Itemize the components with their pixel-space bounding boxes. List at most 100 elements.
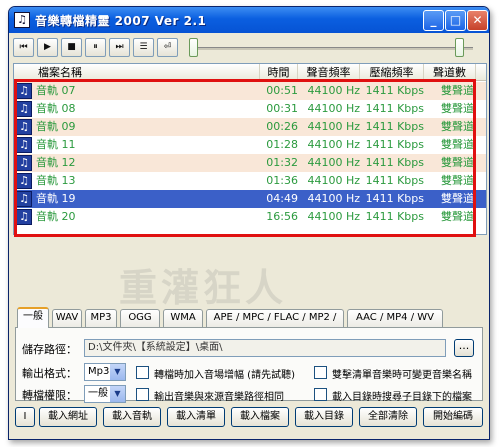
music-file-icon: ♫ (16, 173, 32, 189)
settings-tabs: 一般 WAV MP3 OGG WMA APE / MPC / FLAC / MP… (15, 307, 485, 339)
track-sample-rate: 44100 Hz (307, 84, 360, 97)
column-channels[interactable]: 聲道數 (424, 64, 476, 81)
track-sample-rate: 44100 Hz (307, 192, 360, 205)
track-channels: 雙聲道 (441, 192, 474, 205)
priority-value: 一般 (88, 388, 108, 399)
track-name: 音軌 11 (36, 138, 76, 151)
track-time: 00:31 (266, 102, 298, 115)
seek-slider-track[interactable] (193, 47, 473, 50)
track-name: 音軌 20 (36, 210, 76, 223)
music-file-icon: ♫ (16, 137, 32, 153)
track-channels: 雙聲道 (441, 84, 474, 97)
tab-wav[interactable]: WAV (52, 309, 82, 327)
track-row[interactable]: ♫ 音軌 20 16:56 44100 Hz 1411 Kbps 雙聲道 (14, 208, 486, 226)
general-settings-panel: 儲存路徑： D:\文件夾\【系統設定】\桌面\ ... 輸出格式： Mp3 ▼ … (15, 327, 483, 403)
pause-icon[interactable]: ⏸ (85, 38, 106, 57)
rename-label: 雙擊清單音樂時可變更音樂名稱 (332, 370, 472, 381)
track-row[interactable]: ♫ 音軌 11 01:28 44100 Hz 1411 Kbps 雙聲道 (14, 136, 486, 154)
column-time[interactable]: 時間 (260, 64, 298, 81)
volume-boost-label: 轉檔時加入音場增幅 (請先試聽) (154, 370, 295, 381)
clear-all-button[interactable]: 全部清除 (359, 407, 417, 427)
music-file-icon: ♫ (16, 119, 32, 135)
close-button[interactable]: ✕ (467, 10, 488, 31)
subdir-checkbox[interactable] (314, 388, 327, 401)
same-path-label: 輸出音樂與來源音樂路徑相同 (154, 392, 284, 403)
track-name: 音軌 19 (36, 192, 76, 205)
app-icon: ♫ (14, 12, 30, 28)
previous-icon[interactable]: ⏮ (13, 38, 34, 57)
rename-checkbox[interactable] (314, 366, 327, 379)
format-label: 輸出格式： (22, 367, 77, 380)
play-icon[interactable]: ▶ (37, 38, 58, 57)
maximize-button[interactable]: □ (445, 10, 466, 31)
format-value: Mp3 (88, 366, 110, 377)
track-bitrate: 1411 Kbps (365, 138, 424, 151)
track-list[interactable]: 檔案名稱 時間 聲音頻率 壓縮頻率 聲道數 ♫ 音軌 07 00:51 44100 H… (13, 63, 487, 235)
track-row[interactable]: ♫ 音軌 19 04:49 44100 Hz 1411 Kbps 雙聲道 (14, 190, 486, 208)
tab-aac-mp4-wv[interactable]: AAC / MP4 / WV (347, 309, 443, 327)
track-sample-rate: 44100 Hz (307, 102, 360, 115)
volume-boost-checkbox[interactable] (136, 366, 149, 379)
playlist-icon[interactable]: ☰ (133, 38, 154, 57)
tab-general[interactable]: 一般 (17, 307, 49, 328)
track-bitrate: 1411 Kbps (365, 102, 424, 115)
watermark: 重灌狂人 (119, 265, 288, 310)
chevron-down-icon[interactable]: ▼ (110, 364, 125, 380)
track-time: 00:51 (266, 84, 298, 97)
same-path-checkbox[interactable] (136, 388, 149, 401)
title-bar[interactable]: ♫ 音樂轉檔精靈 2007 Ver 2.1 _ □ ✕ (9, 7, 489, 33)
info-button[interactable]: I (15, 407, 35, 427)
track-sample-rate: 44100 Hz (307, 156, 360, 169)
tab-ape-mpc-flac[interactable]: APE / MPC / FLAC / MP2 / AC3 (206, 309, 344, 339)
minimize-button[interactable]: _ (423, 10, 444, 31)
load-file-button[interactable]: 載入檔案 (231, 407, 289, 427)
track-bitrate: 1411 Kbps (365, 156, 424, 169)
action-button-bar: I 載入網址 載入音軌 載入清單 載入檔案 載入目錄 全部清除 開始編碼 (9, 407, 489, 431)
track-name: 音軌 09 (36, 120, 76, 133)
chevron-down-icon[interactable]: ▼ (110, 386, 125, 402)
track-time: 04:49 (266, 192, 298, 205)
track-time: 01:28 (266, 138, 298, 151)
column-name[interactable]: 檔案名稱 (14, 64, 260, 81)
output-path-field[interactable]: D:\文件夾\【系統設定】\桌面\ (84, 339, 446, 357)
track-list-header: 檔案名稱 時間 聲音頻率 壓縮頻率 聲道數 (14, 64, 486, 81)
load-url-button[interactable]: 載入網址 (39, 407, 97, 427)
track-bitrate: 1411 Kbps (365, 120, 424, 133)
tab-ogg[interactable]: OGG (120, 309, 160, 327)
track-channels: 雙聲道 (441, 210, 474, 223)
volume-slider-thumb[interactable] (455, 38, 464, 57)
column-rate[interactable]: 聲音頻率 (298, 64, 360, 81)
music-file-icon: ♫ (16, 101, 32, 117)
track-channels: 雙聲道 (441, 120, 474, 133)
load-dir-button[interactable]: 載入目錄 (295, 407, 353, 427)
next-icon[interactable]: ⏭ (109, 38, 130, 57)
track-row[interactable]: ♫ 音軌 07 00:51 44100 Hz 1411 Kbps 雙聲道 (14, 82, 486, 100)
music-file-icon: ♫ (16, 191, 32, 207)
music-file-icon: ♫ (16, 83, 32, 99)
track-row[interactable]: ♫ 音軌 08 00:31 44100 Hz 1411 Kbps 雙聲道 (14, 100, 486, 118)
track-row[interactable]: ♫ 音軌 13 01:36 44100 Hz 1411 Kbps 雙聲道 (14, 172, 486, 190)
priority-label: 轉檔權限： (22, 389, 77, 402)
track-name: 音軌 07 (36, 84, 76, 97)
load-list-button[interactable]: 載入清單 (167, 407, 225, 427)
stop-icon[interactable]: ■ (61, 38, 82, 57)
seek-slider-thumb[interactable] (189, 38, 198, 57)
tab-mp3[interactable]: MP3 (85, 309, 117, 327)
priority-select[interactable]: 一般 ▼ (84, 385, 126, 403)
load-track-button[interactable]: 載入音軌 (103, 407, 161, 427)
column-bitrate[interactable]: 壓縮頻率 (360, 64, 424, 81)
track-sample-rate: 44100 Hz (307, 120, 360, 133)
track-sample-rate: 44100 Hz (307, 174, 360, 187)
format-select[interactable]: Mp3 ▼ (84, 363, 126, 381)
track-row[interactable]: ♫ 音軌 09 00:26 44100 Hz 1411 Kbps 雙聲道 (14, 118, 486, 136)
start-encode-button[interactable]: 開始編碼 (423, 407, 483, 427)
track-time: 01:32 (266, 156, 298, 169)
track-channels: 雙聲道 (441, 174, 474, 187)
track-time: 16:56 (266, 210, 298, 223)
repeat-icon[interactable]: ⏎ (157, 38, 178, 57)
track-row[interactable]: ♫ 音軌 12 01:32 44100 Hz 1411 Kbps 雙聲道 (14, 154, 486, 172)
track-sample-rate: 44100 Hz (307, 138, 360, 151)
track-bitrate: 1411 Kbps (365, 174, 424, 187)
browse-button[interactable]: ... (454, 339, 474, 357)
tab-wma[interactable]: WMA (163, 309, 203, 327)
